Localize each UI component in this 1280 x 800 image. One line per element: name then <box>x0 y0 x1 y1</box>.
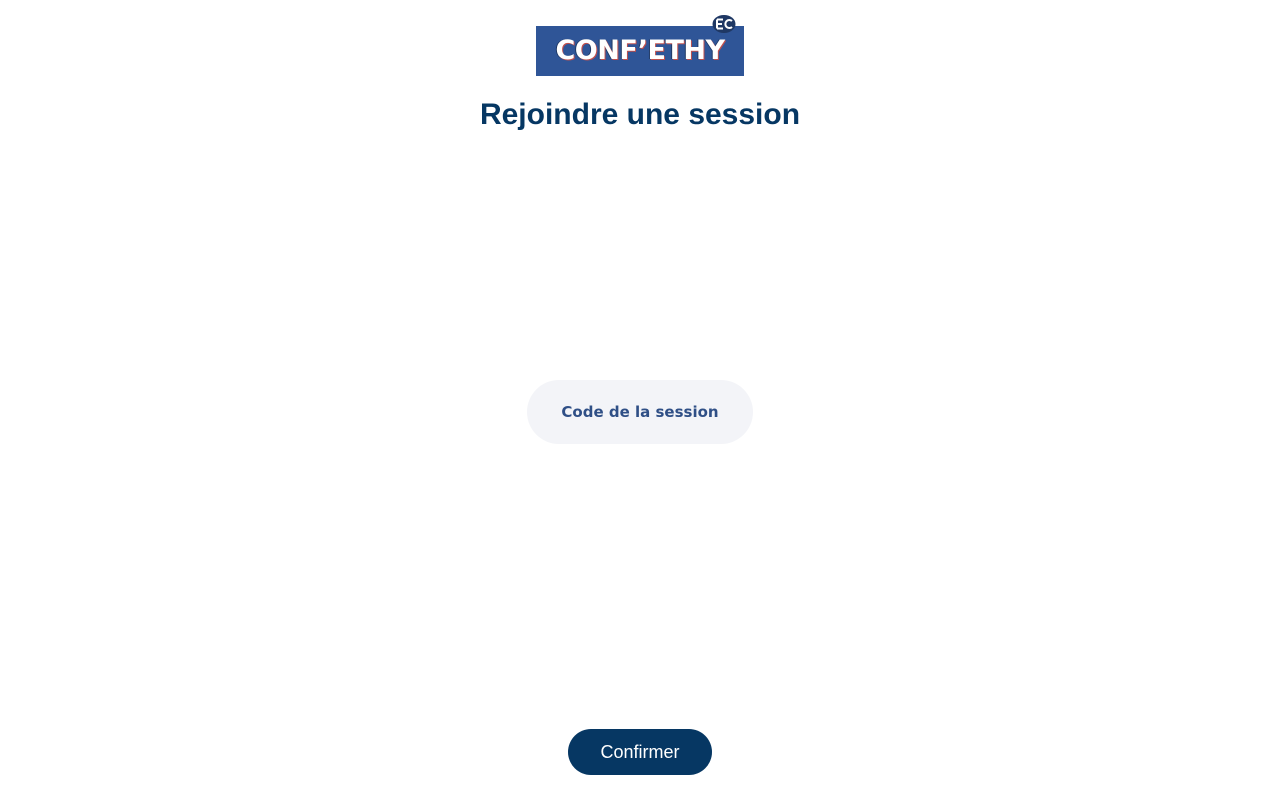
confethy-logo: CONF’ETHY <box>536 14 748 76</box>
join-session-page: CONF’ETHY Rejoindre une session Confirme… <box>0 0 1280 800</box>
session-code-input[interactable] <box>527 380 753 444</box>
confirm-button[interactable]: Confirmer <box>568 729 712 775</box>
page-title: Rejoindre une session <box>479 98 801 131</box>
logo-badge-icon <box>712 15 736 33</box>
